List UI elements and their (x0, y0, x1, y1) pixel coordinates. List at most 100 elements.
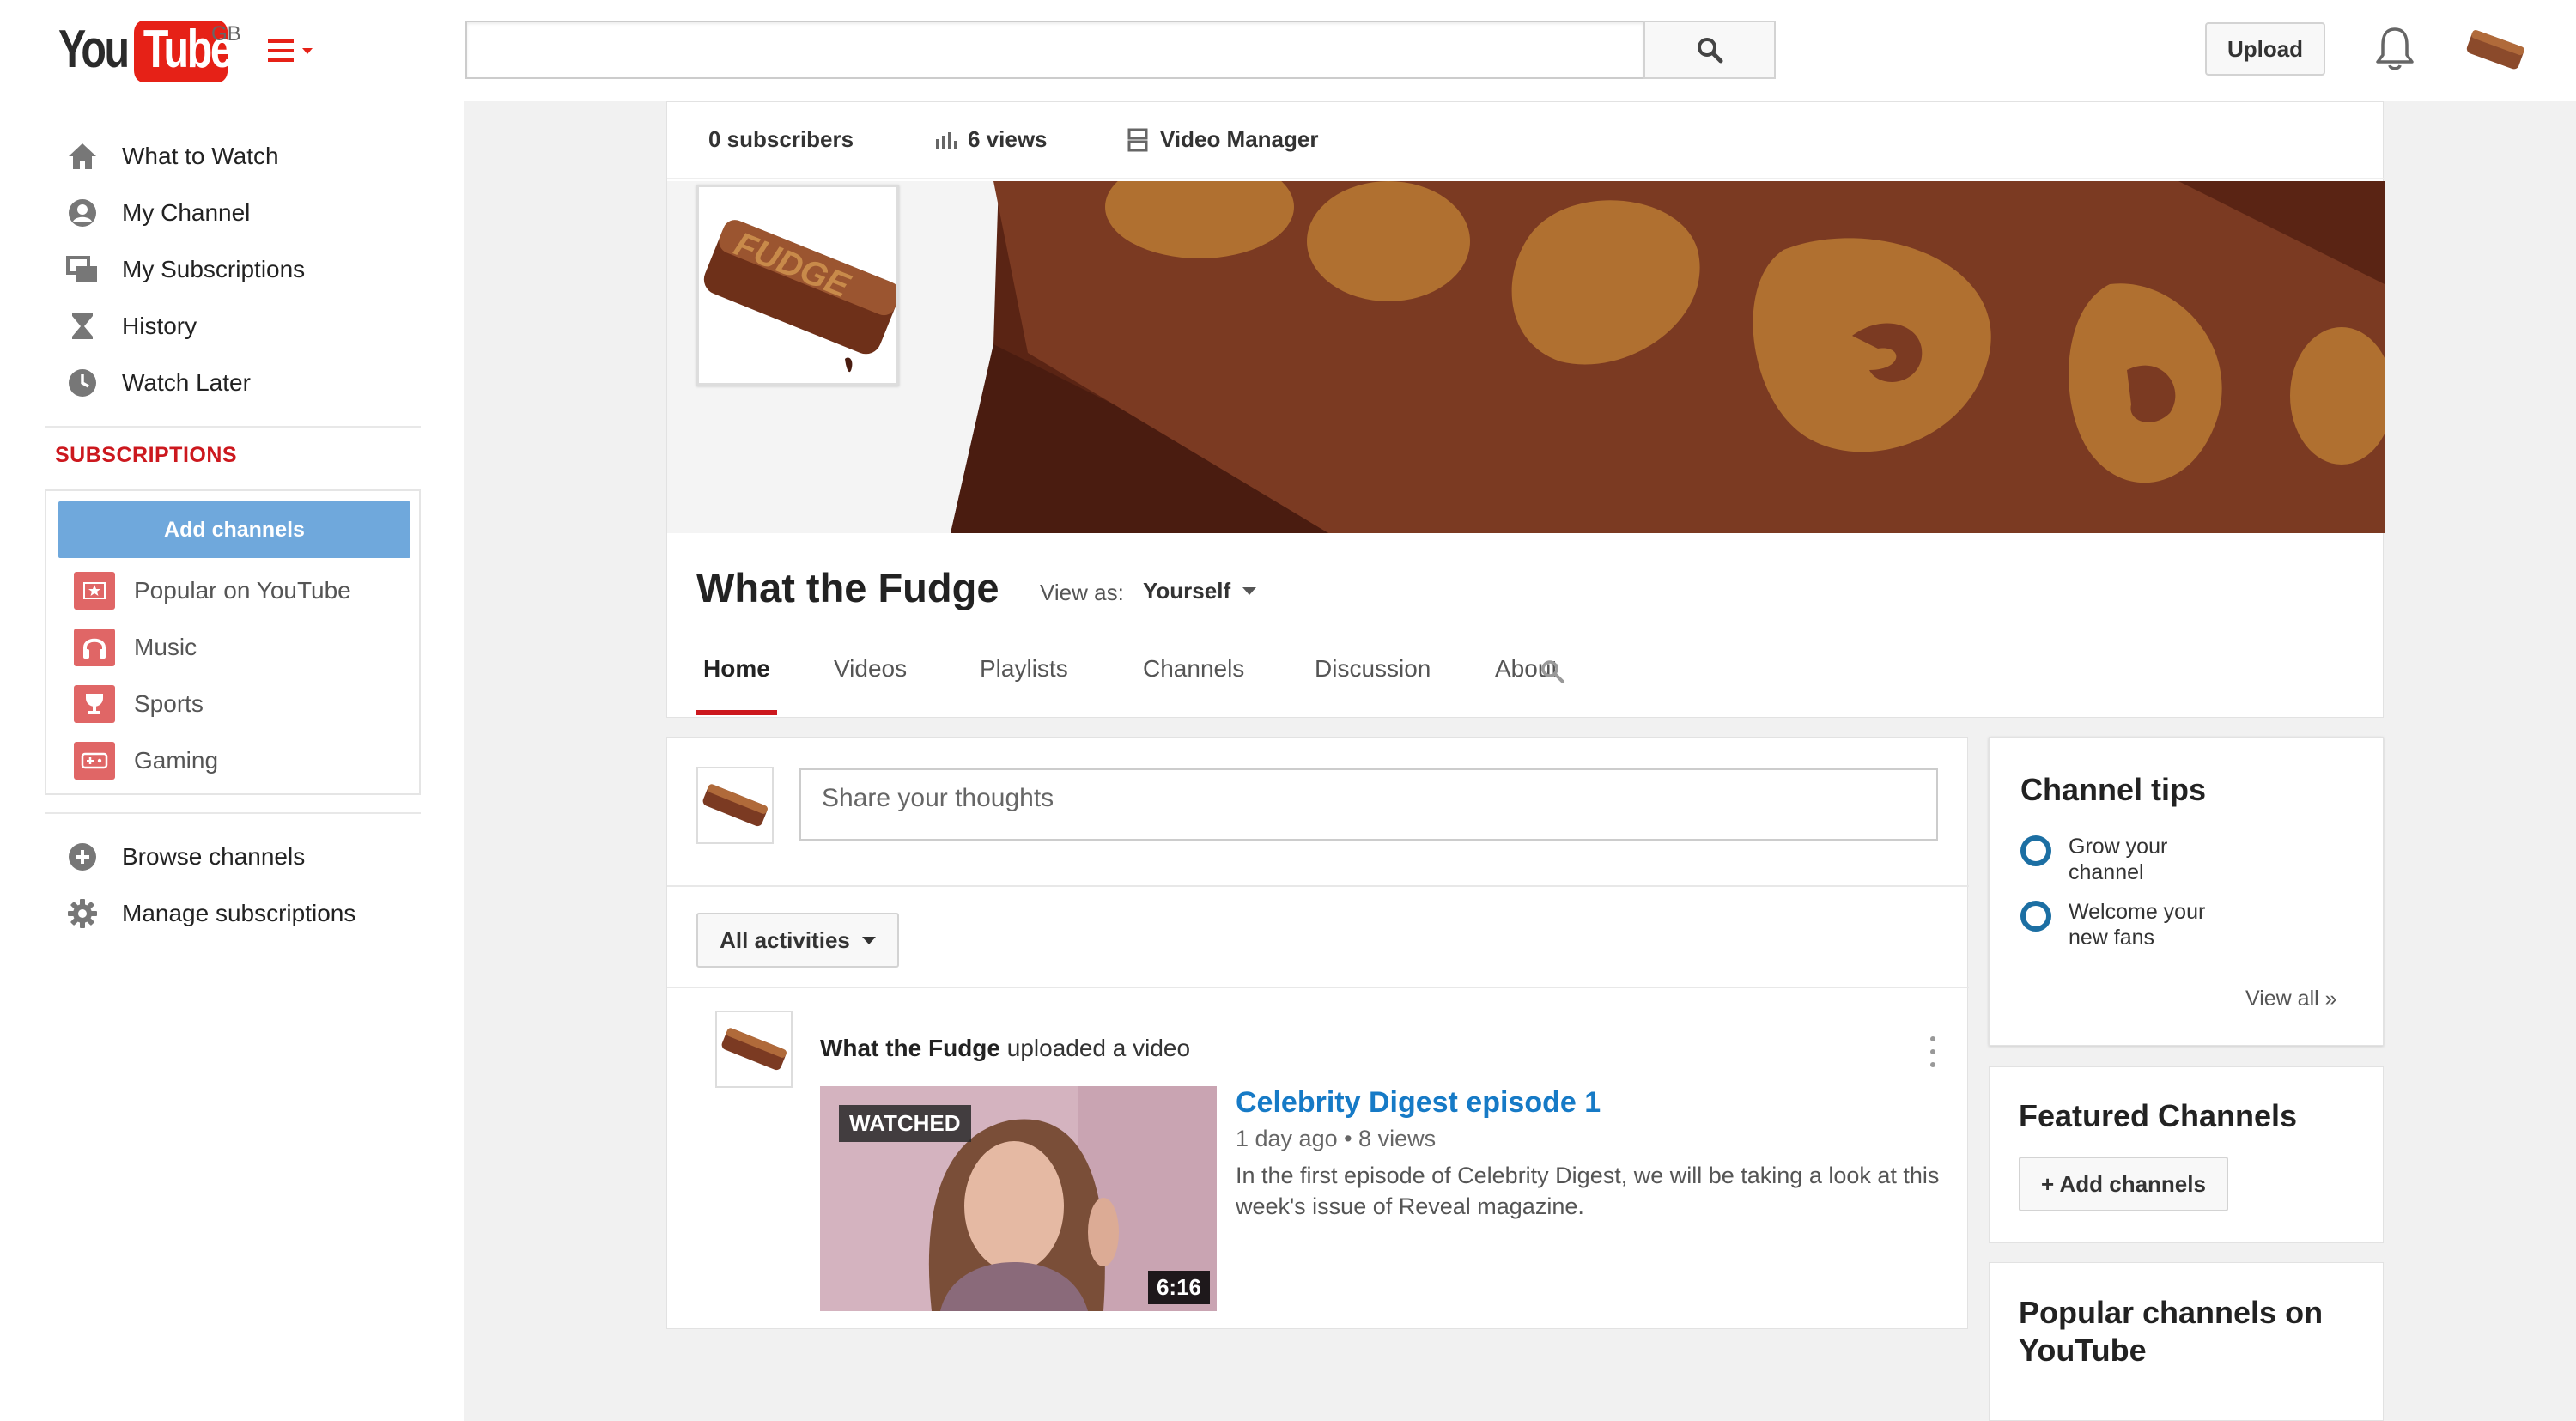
guide-item-label: Watch Later (122, 369, 251, 396)
subscriptions-box: Add channels Popular on YouTube Music Sp… (45, 489, 421, 795)
subscription-label: Popular on YouTube (134, 577, 351, 604)
add-channels-button[interactable]: Add channels (58, 501, 410, 558)
activity-action: uploaded a video (999, 1035, 1191, 1061)
logo-region: GB (211, 22, 241, 46)
channel-tips-card: Channel tips Grow your channel Welcome y… (1989, 737, 2384, 1046)
tip-grow-channel[interactable]: Grow your channel (2020, 834, 2240, 885)
feed-divider (667, 885, 1969, 887)
video-description: In the first episode of Celebrity Digest… (1236, 1163, 1940, 1219)
menu-icon (268, 39, 294, 62)
bar-chart-icon (936, 131, 957, 149)
masthead: You Tube GB Upload (0, 0, 2576, 101)
guide-item-history[interactable]: History (60, 301, 421, 352)
activity-headline: What the Fudge uploaded a video (820, 1035, 1190, 1062)
watched-badge: WATCHED (839, 1105, 971, 1142)
subscription-item-music[interactable]: Music (74, 623, 400, 671)
tab-videos[interactable]: Videos (834, 648, 907, 719)
video-manager-link[interactable]: Video Manager (1127, 126, 1318, 153)
search-input[interactable] (465, 21, 1645, 79)
subscription-item-sports[interactable]: Sports (74, 680, 400, 728)
tab-playlists[interactable]: Playlists (980, 648, 1068, 719)
tab-home[interactable]: Home (696, 648, 777, 719)
activity-more-menu[interactable] (1924, 1036, 1941, 1067)
search-button[interactable] (1643, 21, 1776, 79)
search-icon (1698, 38, 1723, 64)
subscriber-count: 0 subscribers (708, 126, 854, 152)
channel-search-icon[interactable] (1540, 659, 1565, 684)
video-manager-icon (1127, 128, 1148, 151)
subscriptions-icon (60, 247, 105, 292)
share-avatar (696, 767, 774, 844)
trophy-icon (74, 685, 115, 723)
logo-you: You (58, 20, 130, 79)
channel-header: 0 subscribers 6 views Video Manager FUDG… (666, 101, 2385, 719)
channel-banner-art: g+ (667, 181, 2385, 533)
video-thumbnail[interactable]: WATCHED 6:16 (820, 1086, 1217, 1311)
guide-item-browse-channels[interactable]: Browse channels (60, 831, 421, 883)
tip-ring-icon (2020, 901, 2051, 932)
subscription-item-gaming[interactable]: Gaming (74, 737, 400, 785)
video-manager-label: Video Manager (1160, 126, 1319, 152)
guide-item-my-channel[interactable]: My Channel (60, 187, 421, 239)
caret-down-icon (1242, 587, 1257, 595)
caret-down-icon (861, 936, 876, 944)
view-count: 6 views (935, 126, 1048, 153)
popular-channels-card: Popular channels on YouTube (1989, 1262, 2384, 1421)
guide-item-label: My Subscriptions (122, 256, 306, 282)
hourglass-icon (60, 304, 105, 349)
star-icon (74, 572, 115, 610)
guide-item-watch-later[interactable]: Watch Later (60, 357, 421, 409)
tip-label: Grow your channel (2069, 835, 2168, 884)
fudge-bar-avatar: FUDGE (703, 220, 900, 373)
person-icon (60, 191, 105, 235)
caret-down-icon (302, 48, 313, 54)
all-activities-dropdown[interactable]: All activities (696, 913, 899, 968)
subscriptions-heading: SUBSCRIPTIONS (55, 443, 238, 467)
clock-icon (60, 361, 105, 405)
subscription-label: Music (134, 634, 197, 660)
activity-avatar[interactable] (715, 1011, 793, 1088)
guide-item-label: Manage subscriptions (122, 900, 356, 926)
plus-circle-icon (60, 835, 105, 879)
view-as-dropdown[interactable]: Yourself (1143, 578, 1257, 604)
view-as-label: View as: (1040, 580, 1124, 605)
notifications-bell-icon[interactable] (2373, 24, 2416, 72)
guide-sidebar: What to Watch My Channel My Subscription… (0, 101, 464, 1421)
featured-channels-title: Featured Channels (2019, 1098, 2298, 1133)
video-title-link[interactable]: Celebrity Digest episode 1 (1236, 1086, 1601, 1120)
guide-item-manage-subscriptions[interactable]: Manage subscriptions (60, 888, 421, 939)
feed-divider (667, 987, 1969, 988)
view-count-label: 6 views (968, 126, 1048, 152)
activity-feed: Share your thoughts All activities What … (666, 737, 1969, 1329)
view-all-tips-link[interactable]: View all » (2245, 987, 2337, 1011)
guide-item-label: Browse channels (122, 843, 306, 870)
gamepad-icon (74, 742, 115, 780)
tip-welcome-fans[interactable]: Welcome your new fans (2020, 899, 2240, 950)
subscription-item-popular[interactable]: Popular on YouTube (74, 567, 400, 615)
channel-title: What the Fudge (696, 565, 999, 610)
guide-menu-button[interactable] (268, 39, 316, 65)
account-avatar[interactable] (2461, 21, 2530, 79)
guide-divider (45, 812, 421, 814)
subscription-label: Gaming (134, 747, 219, 774)
video-meta: 1 day ago • 8 views (1236, 1126, 1437, 1151)
channel-tips-title: Channel tips (2020, 772, 2207, 807)
subscription-label: Sports (134, 690, 204, 717)
youtube-logo[interactable]: You Tube GB (58, 17, 254, 82)
guide-item-my-subscriptions[interactable]: My Subscriptions (60, 244, 421, 295)
guide-item-what-to-watch[interactable]: What to Watch (60, 131, 421, 182)
popular-channels-title: Popular channels on YouTube (2019, 1295, 2324, 1368)
upload-button[interactable]: Upload (2205, 22, 2325, 76)
channel-stats-bar: 0 subscribers 6 views Video Manager (667, 102, 2385, 179)
featured-channels-card: Featured Channels + Add channels (1989, 1066, 2384, 1243)
share-thoughts-input[interactable]: Share your thoughts (799, 768, 1938, 841)
guide-item-label: My Channel (122, 199, 251, 226)
add-featured-channels-button[interactable]: + Add channels (2019, 1157, 2228, 1211)
activity-author[interactable]: What the Fudge (820, 1035, 1000, 1061)
tab-channels[interactable]: Channels (1143, 648, 1244, 719)
tab-discussion[interactable]: Discussion (1315, 648, 1431, 719)
channel-avatar[interactable]: FUDGE (696, 185, 900, 386)
activities-filter-label: All activities (720, 926, 850, 953)
home-icon (60, 134, 105, 179)
guide-divider (45, 426, 421, 428)
